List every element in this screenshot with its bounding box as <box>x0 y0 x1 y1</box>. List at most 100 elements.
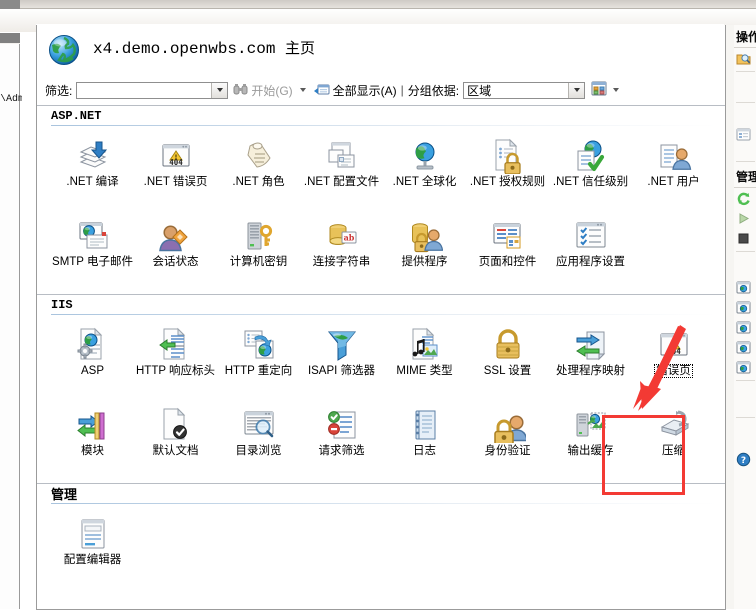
action-item-browse-2[interactable] <box>734 297 756 317</box>
net-profile-icon <box>324 132 360 174</box>
filter-input[interactable] <box>77 82 214 98</box>
feature-item[interactable]: 计算机密钥 <box>217 212 300 292</box>
feature-group: ASP.NET .NET 编译 ! 404 .NET 错误页 .NET 角色 .NET 配置… <box>37 105 725 294</box>
feature-item-label: .NET 授权规则 <box>469 176 546 188</box>
feature-list[interactable]: ASP.NET .NET 编译 ! 404 .NET 错误页 .NET 角色 .NET 配置… <box>37 105 725 608</box>
feature-item[interactable]: .NET 授权规则 <box>466 132 549 212</box>
net-roles-icon <box>241 132 277 174</box>
feature-item[interactable]: 页面和控件 <box>466 212 549 292</box>
feature-item-label: 错误页 <box>654 364 693 378</box>
view-mode-button[interactable] <box>591 81 620 99</box>
feature-item-label: ASP <box>80 365 104 377</box>
feature-item[interactable]: .NET 编译 <box>51 132 134 212</box>
feature-item[interactable]: 配置编辑器 <box>51 510 134 590</box>
feature-group-heading: ASP.NET <box>37 105 725 125</box>
feature-item-label: ISAPI 筛选器 <box>307 365 376 377</box>
chevron-down-icon[interactable] <box>613 88 620 92</box>
feature-item[interactable]: .NET 配置文件 <box>300 132 383 212</box>
feature-item[interactable]: ISAPI 筛选器 <box>300 321 383 401</box>
feature-item-label: 处理程序映射 <box>556 365 625 377</box>
group-by-combo[interactable]: 区域 <box>463 81 586 99</box>
filter-input-combo[interactable] <box>76 81 229 99</box>
show-all-icon <box>313 82 330 99</box>
chevron-down-icon[interactable] <box>299 88 306 92</box>
globe-icon <box>47 33 81 67</box>
chevron-down-icon[interactable] <box>568 82 585 98</box>
svg-text:404: 404 <box>169 158 183 167</box>
feature-item[interactable]: 压缩 <box>632 401 715 481</box>
action-item-browse-5[interactable] <box>734 357 756 377</box>
ssl-settings-icon <box>490 321 526 363</box>
action-item-open-feature[interactable] <box>734 48 756 68</box>
feature-item[interactable]: .NET 信任级别 <box>549 132 632 212</box>
isapi-filters-icon <box>324 321 360 363</box>
feature-item[interactable]: 输出缓存 <box>549 401 632 481</box>
feature-item[interactable]: 日志 <box>383 401 466 481</box>
action-item-browse-4[interactable] <box>734 337 756 357</box>
feature-item-label: .NET 错误页 <box>143 176 208 188</box>
action-item-stop[interactable] <box>734 228 756 248</box>
feature-item-label: HTTP 响应标头 <box>135 365 215 377</box>
stop-icon <box>736 231 751 246</box>
feature-item[interactable]: ! 404 错误页 <box>632 321 715 401</box>
connection-strings-icon: ab <box>324 212 360 254</box>
group-by-label: 分组依据: <box>407 83 460 98</box>
feature-item[interactable]: 目录浏览 <box>217 401 300 481</box>
feature-item[interactable]: 应用程序设置 <box>549 212 632 292</box>
feature-item[interactable]: ! 404 .NET 错误页 <box>134 132 217 212</box>
feature-group-grid: 配置编辑器 <box>37 504 725 592</box>
compression-icon <box>656 401 692 443</box>
feature-item[interactable]: HTTP 响应标头 <box>134 321 217 401</box>
feature-item-label: 压缩 <box>662 445 685 457</box>
action-item-start[interactable] <box>734 208 756 228</box>
group-by-value: 区域 <box>467 83 492 98</box>
outer-window-titlebar <box>0 0 756 9</box>
browse-website-icon <box>736 340 751 355</box>
action-item-view-list[interactable] <box>734 124 756 144</box>
page-title-host: x4.demo.openwbs.com <box>93 40 276 58</box>
feature-item[interactable]: 模块 <box>51 401 134 481</box>
feature-item[interactable]: 提供程序 <box>383 212 466 292</box>
start-icon <box>736 211 751 226</box>
feature-item-label: 请求筛选 <box>318 445 365 457</box>
feature-item-label: 页面和控件 <box>478 256 537 268</box>
page-header: x4.demo.openwbs.com 主页 <box>37 25 725 71</box>
feature-item[interactable]: .NET 全球化 <box>383 132 466 212</box>
feature-item[interactable]: SSL 设置 <box>466 321 549 401</box>
actions-divider <box>736 161 755 162</box>
action-item-browse-1[interactable] <box>734 277 756 297</box>
actions-divider <box>736 380 755 381</box>
desktop-corner-left <box>0 33 20 43</box>
feature-item-label: 目录浏览 <box>235 445 282 457</box>
feature-item[interactable]: 默认文档 <box>134 401 217 481</box>
feature-item-label: 身份验证 <box>484 445 531 457</box>
show-all-button[interactable]: 全部显示(A) <box>313 82 397 99</box>
action-item-restart[interactable] <box>734 188 756 208</box>
feature-item-label: 日志 <box>413 445 436 457</box>
feature-item[interactable]: .NET 角色 <box>217 132 300 212</box>
action-item-help[interactable]: ? <box>734 449 756 469</box>
filter-label: 筛选: <box>45 83 73 98</box>
chevron-down-icon[interactable] <box>211 82 228 98</box>
feature-item[interactable]: 请求筛选 <box>300 401 383 481</box>
feature-item[interactable]: SMTP 电子邮件 <box>51 212 134 292</box>
net-authorization-rules-icon <box>490 132 526 174</box>
filter-start-button[interactable]: 开始(G) <box>233 82 306 99</box>
feature-group: 管理 配置编辑器 <box>37 483 725 592</box>
feature-item[interactable]: HTTP 重定向 <box>217 321 300 401</box>
feature-item[interactable]: .NET 用户 <box>632 132 715 212</box>
feature-item[interactable]: ASP <box>51 321 134 401</box>
feature-item[interactable]: 会话状态 <box>134 212 217 292</box>
feature-item[interactable]: 身份验证 <box>466 401 549 481</box>
svg-text:?: ? <box>741 456 746 466</box>
feature-item[interactable]: MIME 类型 <box>383 321 466 401</box>
feature-item[interactable]: ab 连接字符串 <box>300 212 383 292</box>
action-item-browse-3[interactable] <box>734 317 756 337</box>
show-all-label: 全部显示(A) <box>332 83 397 98</box>
tree-node-truncated-label[interactable]: \Adm <box>0 94 22 108</box>
feature-item[interactable]: 处理程序映射 <box>549 321 632 401</box>
feature-item-label: 默认文档 <box>152 445 199 457</box>
connections-tree-pane[interactable] <box>0 44 20 609</box>
help-icon: ? <box>736 452 751 467</box>
configuration-editor-icon <box>75 510 111 552</box>
